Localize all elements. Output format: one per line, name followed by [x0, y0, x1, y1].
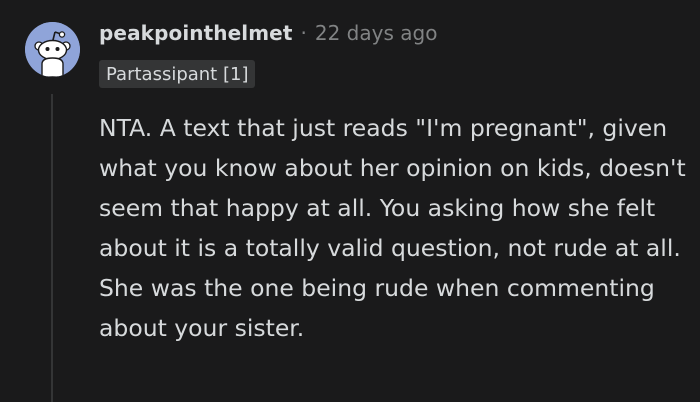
comment-body: NTA. A text that just reads "I'm pregnan…: [99, 114, 686, 342]
username-link[interactable]: peakpointhelmet: [99, 21, 293, 45]
thread-collapse-line[interactable]: [51, 94, 53, 402]
separator-dot: ·: [300, 21, 307, 45]
user-avatar[interactable]: [25, 22, 80, 77]
snoo-avatar-icon: [25, 22, 80, 77]
user-flair: Partassipant [1]: [99, 60, 256, 88]
comment: peakpointhelmet · 22 days ago Partassipa…: [0, 0, 700, 402]
comment-header: peakpointhelmet · 22 days ago: [99, 16, 437, 50]
comment-timestamp[interactable]: 22 days ago: [315, 21, 438, 45]
